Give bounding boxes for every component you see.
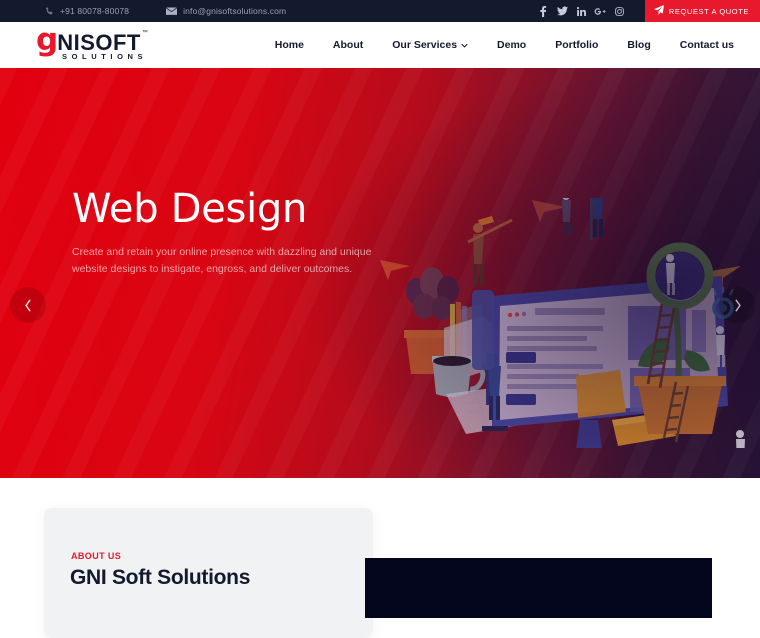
chevron-left-icon (24, 298, 33, 312)
chevron-right-icon (733, 298, 742, 312)
twitter-icon[interactable] (553, 0, 572, 22)
nav-item-blog[interactable]: Blog (627, 39, 650, 51)
nav-label: About (332, 39, 364, 51)
nav-label: Demo (497, 39, 527, 51)
logo-row: g NISOFT ™ (36, 22, 148, 58)
nav-item-about[interactable]: About (333, 39, 363, 51)
social-links (534, 0, 629, 22)
hero-title: Web Design (72, 186, 308, 232)
nav-menu: Home About Our Services Demo Portfolio B… (275, 39, 734, 51)
web-design-workspace-illustration (380, 198, 760, 448)
nav-label: Home (274, 39, 304, 51)
trademark-symbol: ™ (141, 30, 148, 36)
nav-label: Our Services (392, 39, 458, 51)
nav-item-our-services[interactable]: Our Services (392, 39, 468, 51)
hero-subtitle: Create and retain your online presence w… (72, 246, 372, 275)
instagram-icon[interactable] (610, 0, 629, 22)
site-logo[interactable]: g NISOFT ™ SOLUTIONS (36, 22, 148, 68)
hero-slider: Web Design Create and retain your online… (0, 68, 760, 478)
request-quote-label: REQUEST A QUOTE (668, 6, 749, 16)
about-card: ABOUT US GNI Soft Solutions (44, 508, 373, 638)
hero-content: Web Design Create and retain your online… (72, 186, 382, 278)
nav-item-demo[interactable]: Demo (497, 39, 526, 51)
paper-plane-icon (653, 5, 664, 17)
main-navbar: g NISOFT ™ SOLUTIONS Home About Our Serv… (0, 22, 760, 68)
request-quote-button[interactable]: REQUEST A QUOTE (644, 0, 760, 22)
envelope-icon (166, 7, 178, 16)
nav-label: Portfolio (555, 39, 599, 51)
facebook-icon[interactable] (534, 0, 553, 22)
phone-number: +91 80078-80078 (60, 6, 130, 16)
google-plus-icon[interactable] (591, 0, 610, 22)
nav-label: Contact us (679, 39, 734, 51)
logo-wordmark: NISOFT (57, 30, 141, 55)
about-kicker: ABOUT US (71, 551, 122, 561)
about-title: GNI Soft Solutions (70, 566, 251, 589)
top-bar: +91 80078-80078 info@gnisoftsolutions.co… (0, 0, 760, 22)
nav-label: Blog (627, 39, 651, 51)
slider-prev-button[interactable] (10, 287, 46, 323)
about-section: ABOUT US GNI Soft Solutions (0, 478, 760, 638)
linkedin-icon[interactable] (572, 0, 591, 22)
nav-item-portfolio[interactable]: Portfolio (555, 39, 598, 51)
nav-item-contact-us[interactable]: Contact us (680, 39, 734, 51)
slider-next-button[interactable] (719, 287, 755, 323)
about-dark-panel (365, 558, 712, 618)
nav-item-home[interactable]: Home (275, 39, 304, 51)
phone-icon (45, 7, 54, 16)
topbar-email[interactable]: info@gnisoftsolutions.com (166, 6, 286, 16)
email-address: info@gnisoftsolutions.com (183, 6, 287, 16)
logo-mark: g (36, 22, 58, 58)
chevron-down-icon (461, 39, 468, 51)
topbar-phone[interactable]: +91 80078-80078 (45, 6, 129, 16)
